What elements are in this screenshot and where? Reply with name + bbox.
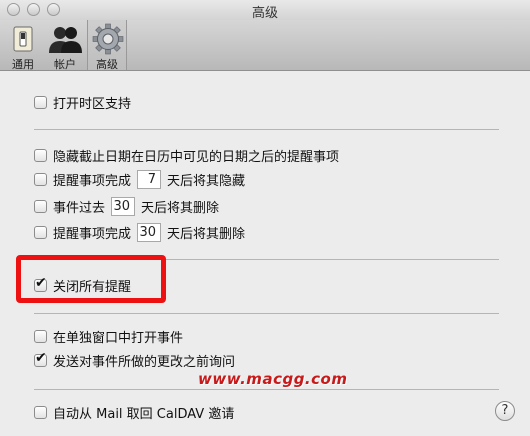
delete-completed-days-field[interactable]: 30 — [137, 222, 162, 242]
delete-past-events-option: 事件过去 30 天后将其删除 — [34, 196, 220, 216]
highlight-annotation — [16, 255, 166, 303]
help-button[interactable]: ? — [495, 401, 515, 421]
open-in-separate-window-option[interactable]: 在单独窗口中打开事件 — [34, 327, 184, 346]
tab-advanced[interactable]: 高级 — [87, 20, 127, 71]
timezone-label: 打开时区支持 — [53, 96, 132, 112]
switch-icon — [3, 23, 43, 55]
tab-accounts-label: 帐户 — [54, 58, 76, 71]
window-title: 高级 — [251, 6, 278, 21]
delete-completed-reminders-suffix: 天后将其删除 — [167, 226, 246, 242]
hide-completed-reminders-prefix: 提醒事项完成 — [53, 173, 132, 189]
preferences-toolbar: 通用 帐户 高级 — [0, 20, 530, 71]
hide-past-due-label: 隐藏截止日期在日历中可见的日期之后的提醒事项 — [53, 149, 340, 165]
delete-completed-reminders-checkbox[interactable] — [34, 225, 47, 239]
delete-completed-reminders-prefix: 提醒事项完成 — [53, 226, 132, 242]
watermark: www.macgg.com — [198, 370, 348, 388]
tab-general-label: 通用 — [12, 58, 34, 71]
delete-past-events-suffix: 天后将其删除 — [141, 200, 220, 216]
hide-completed-reminders-suffix: 天后将其隐藏 — [167, 173, 246, 189]
auto-retrieve-invites-checkbox[interactable] — [34, 405, 47, 419]
ask-before-sending-checkbox[interactable]: ✔ — [34, 349, 47, 367]
auto-retrieve-invites-option[interactable]: 自动从 Mail 取回 CalDAV 邀请 — [34, 403, 235, 422]
hide-completed-days-field[interactable]: 7 — [137, 169, 162, 189]
delete-completed-reminders-option: 提醒事项完成 30 天后将其删除 — [34, 222, 246, 242]
checkmark-icon: ✔ — [35, 349, 47, 366]
separator — [34, 389, 499, 390]
tab-advanced-label: 高级 — [96, 58, 118, 71]
hide-past-due-checkbox[interactable] — [34, 148, 47, 162]
open-in-separate-window-checkbox[interactable] — [34, 329, 47, 343]
people-icon — [45, 23, 85, 55]
gear-icon — [88, 23, 126, 55]
delete-past-events-days-field[interactable]: 30 — [111, 196, 136, 216]
title-bar: 高级 — [0, 0, 530, 21]
hide-completed-reminders-checkbox[interactable] — [34, 172, 47, 186]
timezone-checkbox[interactable] — [34, 95, 47, 109]
ask-before-sending-option[interactable]: ✔ 发送对事件所做的更改之前询问 — [34, 349, 236, 370]
auto-retrieve-invites-label: 自动从 Mail 取回 CalDAV 邀请 — [53, 406, 235, 422]
timezone-option[interactable]: 打开时区支持 — [34, 93, 132, 112]
tab-accounts[interactable]: 帐户 — [45, 20, 85, 71]
tab-general[interactable]: 通用 — [3, 20, 43, 71]
open-in-separate-window-label: 在单独窗口中打开事件 — [53, 330, 184, 346]
delete-past-events-checkbox[interactable] — [34, 199, 47, 213]
separator — [34, 313, 499, 314]
delete-past-events-prefix: 事件过去 — [53, 200, 106, 216]
ask-before-sending-label: 发送对事件所做的更改之前询问 — [53, 354, 236, 370]
separator — [34, 129, 499, 130]
hide-past-due-option[interactable]: 隐藏截止日期在日历中可见的日期之后的提醒事项 — [34, 146, 340, 165]
hide-completed-reminders-option: 提醒事项完成 7 天后将其隐藏 — [34, 169, 246, 189]
